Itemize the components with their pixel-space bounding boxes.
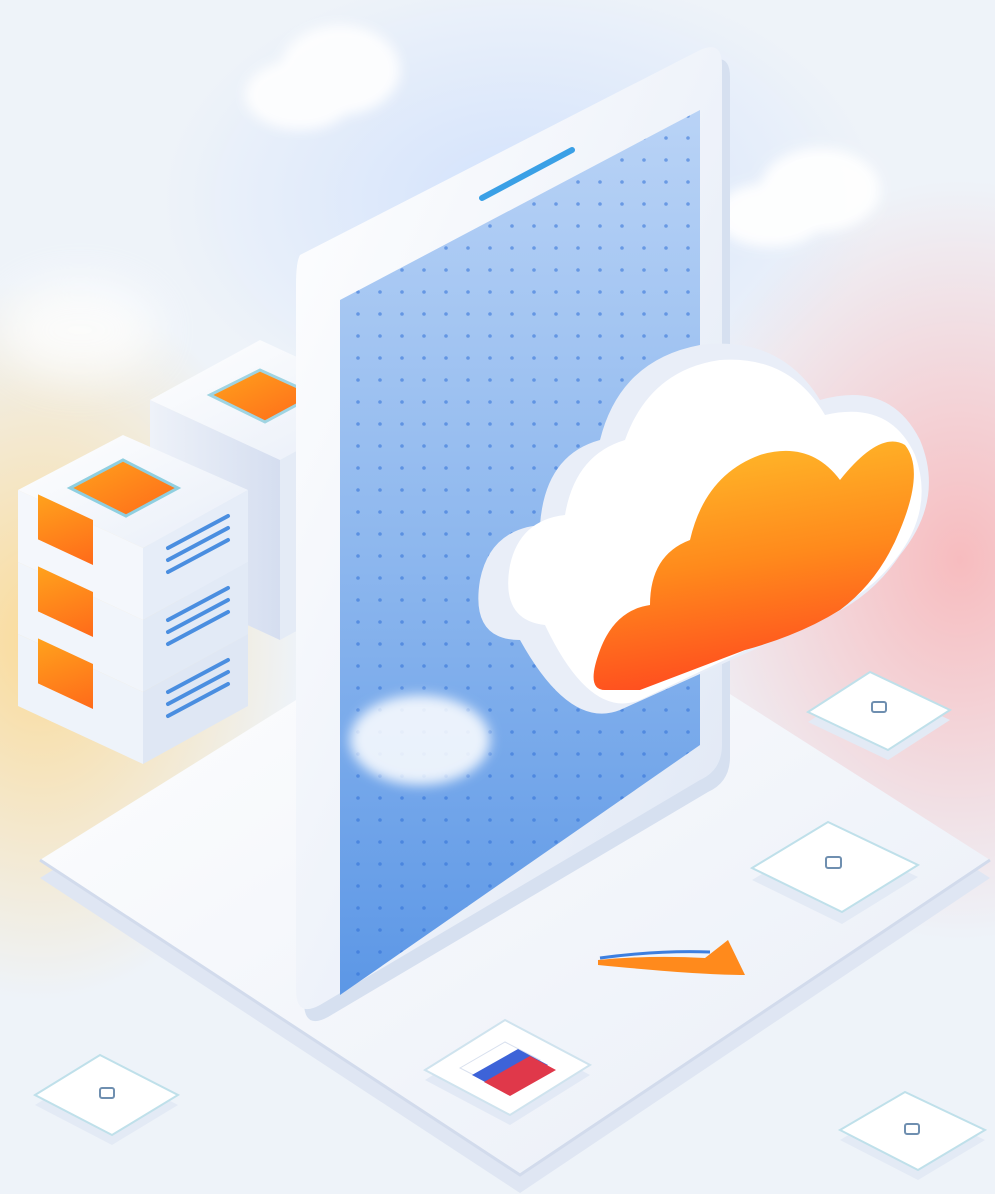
background-cloud-left xyxy=(0,280,160,380)
cloud-hosting-illustration xyxy=(0,0,995,1194)
